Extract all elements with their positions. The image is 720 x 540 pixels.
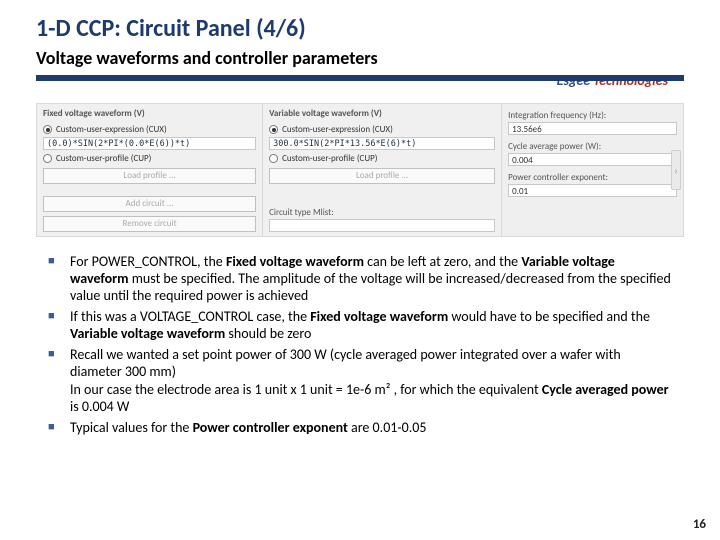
slide-subtitle: Voltage waveforms and controller paramet… <box>0 45 720 75</box>
controller-params-column: Integration frequency (Hz): 13.56e6 Cycl… <box>502 104 683 236</box>
circuit-mlist-input[interactable] <box>269 219 495 232</box>
cyclepw-input[interactable]: 0.004 <box>508 153 677 166</box>
bullet-1: For POWER_CONTROL, the Fixed voltage wav… <box>48 253 672 304</box>
cyclepw-label: Cycle average power (W): <box>508 141 677 152</box>
intfreq-label: Integration frequency (Hz): <box>508 110 677 121</box>
variable-waveform-column: Variable voltage waveform (V) Custom-use… <box>263 104 502 236</box>
variable-load-profile-button[interactable]: Load profile ... <box>269 168 495 184</box>
radio-fixed-cup-label: Custom-user-profile (CUP) <box>56 153 151 164</box>
fixed-waveform-column: Fixed voltage waveform (V) Custom-user-e… <box>37 104 263 236</box>
intfreq-input[interactable]: 13.56e6 <box>508 122 677 135</box>
bullet-3: Recall we wanted a set point power of 30… <box>48 346 672 414</box>
bullet-4: Typical values for the Power controller … <box>48 419 672 436</box>
slide-title: 1-D CCP: Circuit Panel (4/6) <box>0 0 720 45</box>
variable-heading: Variable voltage waveform (V) <box>269 108 495 121</box>
circuit-mlist-label: Circuit type Mlist: <box>269 207 495 218</box>
title-rule <box>36 75 684 81</box>
pcexp-input[interactable]: 0.01 <box>508 184 677 197</box>
pcexp-label: Power controller exponent: <box>508 172 677 183</box>
fixed-load-profile-button[interactable]: Load profile ... <box>43 168 256 184</box>
radio-fixed-cux[interactable] <box>43 125 52 134</box>
fixed-expression-input[interactable]: (0.0)*SIN(2*PI*(0.0*E(6))*t) <box>43 137 256 150</box>
bullet-2: If this was a VOLTAGE_CONTROL case, the … <box>48 308 672 342</box>
radio-variable-cux-label: Custom-user-expression (CUX) <box>282 124 393 135</box>
radio-fixed-cup[interactable] <box>43 154 52 163</box>
radio-variable-cup-label: Custom-user-profile (CUP) <box>282 153 377 164</box>
chevron-right-icon[interactable]: › <box>671 150 681 190</box>
fixed-heading: Fixed voltage waveform (V) <box>43 108 256 121</box>
page-number: 16 <box>693 517 706 532</box>
notes-list: For POWER_CONTROL, the Fixed voltage wav… <box>0 247 720 436</box>
add-circuit-button[interactable]: Add circuit ... <box>43 196 256 212</box>
radio-fixed-cux-label: Custom-user-expression (CUX) <box>56 124 167 135</box>
radio-variable-cup[interactable] <box>269 154 278 163</box>
circuit-panel-screenshot: Fixed voltage waveform (V) Custom-user-e… <box>36 103 684 237</box>
remove-circuit-button[interactable]: Remove circuit <box>43 216 256 232</box>
radio-variable-cux[interactable] <box>269 125 278 134</box>
variable-expression-input[interactable]: 300.0*SIN(2*PI*13.56*E(6)*t) <box>269 137 495 150</box>
